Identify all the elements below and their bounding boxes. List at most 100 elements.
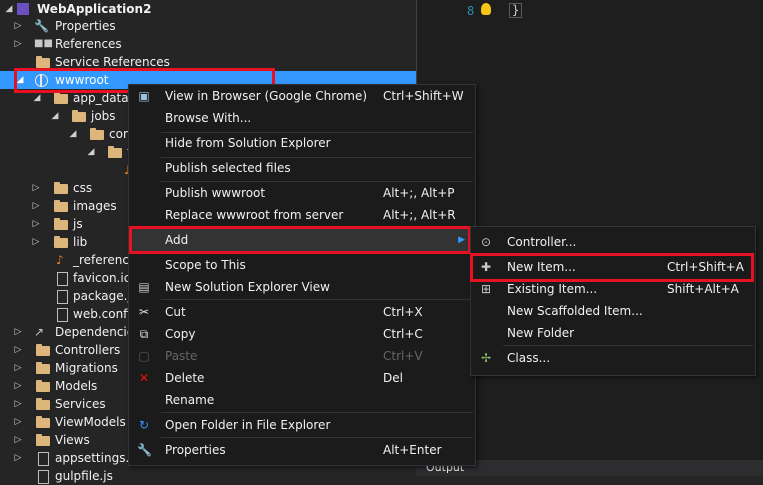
collapse-arrow-icon[interactable]: ▷ <box>30 233 42 251</box>
new-item-highlight-box <box>470 253 754 282</box>
add-submenu: ⊙ Controller... ✚ New Item... Ctrl+Shift… <box>470 226 756 376</box>
collapse-arrow-icon[interactable]: ▷ <box>30 179 42 197</box>
menu-item-properties[interactable]: 🔧 Properties Alt+Enter <box>129 439 475 461</box>
menu-item-label: Open Folder in File Explorer <box>165 418 331 432</box>
menu-item-label: New Scaffolded Item... <box>507 304 643 318</box>
tree-label: Migrations <box>55 361 118 375</box>
wrench-icon: 🔧 <box>34 19 49 33</box>
collapse-arrow-icon[interactable]: ▷ <box>12 377 24 395</box>
menu-item-rename[interactable]: Rename <box>129 389 475 411</box>
collapse-arrow-icon[interactable]: ▷ <box>12 341 24 359</box>
menu-item-shortcut: Ctrl+Shift+W <box>383 89 464 103</box>
menu-item-copy[interactable]: ⧉ Copy Ctrl+C <box>129 323 475 345</box>
menu-item-hide-from-solution-explorer[interactable]: Hide from Solution Explorer <box>129 132 475 154</box>
file-icon <box>38 452 49 466</box>
dependencies-icon: ↗ <box>34 325 45 339</box>
tree-item-properties[interactable]: ▷ 🔧 Properties <box>0 17 416 35</box>
collapse-arrow-icon[interactable]: ▷ <box>12 359 24 377</box>
collapse-arrow-icon[interactable]: ▷ <box>12 17 24 35</box>
menu-item-scope-to-this[interactable]: Scope to This <box>129 254 475 276</box>
browser-icon: ▣ <box>138 89 150 103</box>
delete-icon: ✕ <box>138 371 150 385</box>
menu-item-label: Delete <box>165 371 205 385</box>
menu-item-label: Scope to This <box>165 258 246 272</box>
menu-item-browse-with[interactable]: Browse With... <box>129 107 475 129</box>
expand-arrow-icon[interactable]: ◢ <box>3 0 15 18</box>
lightbulb-icon[interactable] <box>481 3 491 15</box>
submenu-item-controller[interactable]: ⊙ Controller... <box>471 231 755 253</box>
expand-arrow-icon[interactable]: ◢ <box>49 107 61 125</box>
menu-item-shortcut: Ctrl+V <box>383 349 423 363</box>
collapse-arrow-icon[interactable]: ▷ <box>12 431 24 449</box>
new-view-icon: ▤ <box>138 280 150 294</box>
menu-item-shortcut: Alt+;, Alt+R <box>383 208 456 222</box>
tree-label: _reference <box>73 253 137 267</box>
submenu-item-new-folder[interactable]: New Folder <box>471 322 755 344</box>
folder-icon <box>54 236 68 248</box>
menu-item-open-folder[interactable]: ↻ Open Folder in File Explorer <box>129 414 475 436</box>
collapse-arrow-icon[interactable]: ▷ <box>12 323 24 341</box>
menu-item-label: New Solution Explorer View <box>165 280 330 294</box>
menu-separator <box>161 437 473 438</box>
submenu-item-class[interactable]: ✢ Class... <box>471 347 755 369</box>
menu-item-replace-wwwroot[interactable]: Replace wwwroot from server Alt+;, Alt+R <box>129 204 475 226</box>
menu-item-label: Cut <box>165 305 186 319</box>
tree-item-references[interactable]: ▷ ■■ References <box>0 35 416 53</box>
tree-label: ViewModels <box>55 415 126 429</box>
menu-item-cut[interactable]: ✂ Cut Ctrl+X <box>129 301 475 323</box>
expand-arrow-icon[interactable]: ◢ <box>67 125 79 143</box>
menu-separator <box>161 412 473 413</box>
folder-icon <box>36 344 50 356</box>
tree-label: Views <box>55 433 90 447</box>
collapse-arrow-icon[interactable]: ▷ <box>12 449 24 467</box>
tree-label: images <box>73 199 117 213</box>
folder-icon <box>54 92 68 104</box>
menu-item-label: Rename <box>165 393 215 407</box>
collapse-arrow-icon[interactable]: ▷ <box>30 197 42 215</box>
tree-item-gulpfile[interactable]: gulpfile.js <box>0 467 416 485</box>
tree-label: css <box>73 181 93 195</box>
menu-item-label: Properties <box>165 443 226 457</box>
menu-item-publish-selected-files[interactable]: Publish selected files <box>129 157 475 179</box>
menu-item-label: Paste <box>165 349 198 363</box>
expand-arrow-icon[interactable]: ◢ <box>85 143 97 161</box>
collapse-arrow-icon[interactable]: ▷ <box>12 395 24 413</box>
folder-icon <box>36 416 50 428</box>
tree-item-project[interactable]: ◢ WebApplication2 <box>0 0 416 18</box>
menu-item-label: Class... <box>507 351 551 365</box>
tree-label: appsettings.js <box>55 451 139 465</box>
tree-label: lib <box>73 235 88 249</box>
tree-label: gulpfile.js <box>55 469 113 483</box>
menu-item-new-solution-explorer-view[interactable]: ▤ New Solution Explorer View <box>129 276 475 298</box>
paste-icon: ▢ <box>138 349 150 363</box>
menu-separator <box>503 345 753 346</box>
menu-item-view-in-browser[interactable]: ▣ View in Browser (Google Chrome) Ctrl+S… <box>129 85 475 107</box>
menu-item-publish-wwwroot[interactable]: Publish wwwroot Alt+;, Alt+P <box>129 182 475 204</box>
menu-item-label: View in Browser (Google Chrome) <box>165 89 368 103</box>
menu-item-shortcut: Ctrl+X <box>383 305 423 319</box>
menu-item-delete[interactable]: ✕ Delete Del <box>129 367 475 389</box>
collapse-arrow-icon[interactable]: ▷ <box>12 35 24 53</box>
menu-item-label: New Folder <box>507 326 575 340</box>
properties-icon: 🔧 <box>137 443 152 457</box>
menu-separator <box>161 299 473 300</box>
submenu-item-new-scaffolded-item[interactable]: New Scaffolded Item... <box>471 300 755 322</box>
tree-label: WebApplication2 <box>37 2 152 16</box>
collapse-arrow-icon[interactable]: ▷ <box>30 215 42 233</box>
references-icon: ■■ <box>34 38 53 49</box>
menu-item-label: Copy <box>165 327 196 341</box>
menu-item-label: Publish selected files <box>165 161 291 175</box>
folder-icon <box>54 182 68 194</box>
folder-icon <box>90 128 104 140</box>
cut-icon: ✂ <box>138 305 150 319</box>
tree-label: jobs <box>91 109 116 123</box>
menu-item-paste[interactable]: ▢ Paste Ctrl+V <box>129 345 475 367</box>
copy-icon: ⧉ <box>139 327 149 341</box>
tree-label: Models <box>55 379 98 393</box>
menu-item-label: Publish wwwroot <box>165 186 266 200</box>
file-icon <box>57 308 68 322</box>
folder-icon <box>36 434 50 446</box>
menu-item-shortcut: Ctrl+C <box>383 327 423 341</box>
file-icon <box>57 272 68 286</box>
collapse-arrow-icon[interactable]: ▷ <box>12 413 24 431</box>
